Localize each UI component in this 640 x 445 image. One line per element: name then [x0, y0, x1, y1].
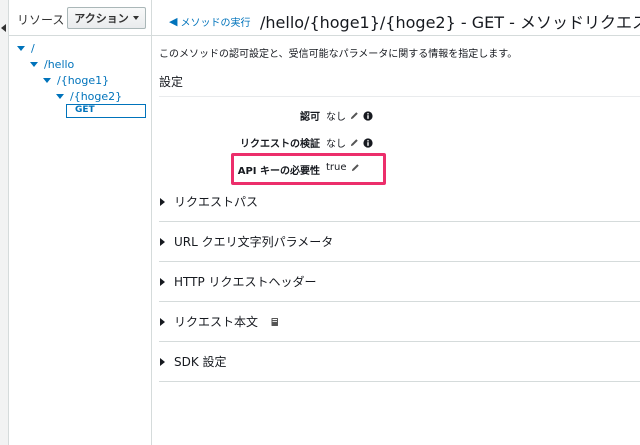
actions-button-label: アクション — [74, 12, 129, 25]
expand-triangle-icon[interactable] — [160, 197, 165, 206]
pencil-icon[interactable] — [350, 111, 359, 120]
tree-node-hoge2[interactable]: /{hoge2} — [56, 90, 122, 103]
tree-node-hello[interactable]: /hello — [30, 58, 74, 71]
resource-panel: リソース アクション / /hello /{hoge1} /{hoge2} GE… — [9, 0, 152, 445]
page-title: /hello/{hoge1}/{hoge2} - GET - メソッドリクエスト — [260, 13, 640, 32]
expand-triangle-icon[interactable] — [43, 78, 51, 83]
tree-node-get-method[interactable]: GET — [66, 104, 146, 118]
expand-triangle-icon[interactable] — [17, 46, 25, 51]
chevron-down-icon — [132, 16, 139, 20]
divider — [159, 96, 640, 97]
expand-triangle-icon[interactable] — [30, 62, 38, 67]
section-http-request-headers[interactable]: HTTP リクエストヘッダー — [159, 262, 640, 302]
tree-node-label: /hello — [44, 58, 75, 71]
tree-node-label: /{hoge2} — [70, 90, 123, 103]
expand-triangle-icon[interactable] — [160, 357, 165, 366]
authorization-label: 認可 — [300, 112, 320, 123]
resource-panel-title: リソース — [17, 13, 65, 27]
highlight-annotation — [231, 153, 386, 185]
section-sdk-settings[interactable]: SDK 設定 — [159, 342, 640, 382]
back-to-method-execution-link[interactable]: ◀ メソッドの実行 — [169, 14, 250, 29]
divider — [152, 35, 640, 36]
back-link-label: メソッドの実行 — [180, 18, 251, 29]
resource-panel-header: リソース アクション — [9, 0, 152, 36]
section-url-query-params[interactable]: URL クエリ文字列パラメータ — [159, 222, 640, 262]
expand-triangle-icon[interactable] — [160, 277, 165, 286]
request-validator-value: なし — [326, 135, 373, 150]
actions-button[interactable]: アクション — [67, 7, 146, 29]
expand-triangle-icon[interactable] — [160, 317, 165, 326]
section-request-body[interactable]: リクエスト本文 — [159, 302, 640, 342]
settings-heading: 設定 — [159, 75, 184, 89]
authorization-value-text: なし — [326, 112, 346, 123]
section-label: SDK 設定 — [174, 355, 227, 369]
method-request-panel: ◀ メソッドの実行 /hello/{hoge1}/{hoge2} - GET -… — [152, 0, 640, 445]
expand-triangle-icon[interactable] — [56, 94, 64, 99]
section-label: URL クエリ文字列パラメータ — [174, 235, 334, 249]
tree-node-hoge1[interactable]: /{hoge1} — [43, 74, 109, 87]
expand-triangle-icon[interactable] — [160, 237, 165, 246]
arrow-left-icon: ◀ — [169, 15, 178, 28]
collapse-strip[interactable] — [0, 0, 9, 445]
section-label: リクエストパス — [174, 195, 259, 209]
collapse-arrow-icon[interactable] — [1, 24, 6, 32]
authorization-value: なし — [326, 108, 373, 123]
info-icon[interactable] — [363, 137, 373, 148]
tree-node-root[interactable]: / — [17, 42, 35, 55]
pencil-icon[interactable] — [350, 138, 359, 147]
info-icon[interactable] — [363, 110, 373, 121]
tree-node-label: /{hoge1} — [57, 74, 110, 87]
request-validator-label: リクエストの検証 — [240, 139, 320, 150]
section-label: HTTP リクエストヘッダー — [174, 275, 317, 289]
page-description: このメソッドの認可設定と、受信可能なパラメータに関する情報を指定します。 — [159, 49, 518, 60]
request-validator-value-text: なし — [326, 139, 346, 150]
section-label: リクエスト本文 — [174, 315, 259, 329]
section-request-path[interactable]: リクエストパス — [159, 182, 640, 222]
tree-node-label: / — [31, 42, 35, 55]
book-icon — [271, 317, 279, 326]
